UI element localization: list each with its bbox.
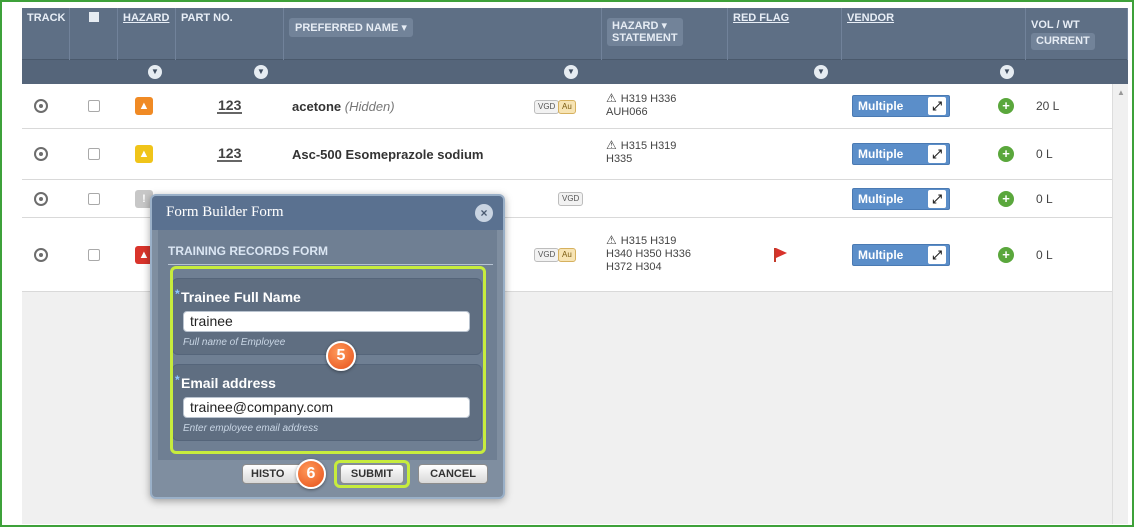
row-checkbox[interactable] — [88, 249, 100, 261]
preferred-name-note: (Hidden) — [344, 99, 395, 114]
hazard-warning-icon[interactable]: ▲ — [135, 145, 153, 163]
col-hazard-statement-label-1: HAZARD — [612, 20, 659, 32]
col-preferred-name-pill[interactable]: PREFERRED NAME ▾ — [289, 18, 413, 37]
step-6-badge: 6 — [296, 459, 326, 489]
warning-triangle-icon: ⚠ — [606, 233, 617, 247]
col-hazard[interactable]: HAZARD — [118, 8, 176, 60]
vendor-multiple-button[interactable]: Multiple ⤢ — [852, 95, 950, 117]
scroll-up-icon[interactable]: ▲ — [1117, 88, 1125, 97]
col-hazard-statement[interactable]: HAZARD ▾ STATEMENT — [602, 8, 728, 60]
track-target-icon[interactable] — [34, 248, 48, 262]
col-select-all[interactable] — [70, 8, 118, 60]
filter-icon[interactable]: ▼ — [148, 65, 162, 79]
filter-bar: ▼ ▼ ▼ ▼ ▼ — [22, 60, 1128, 84]
row-checkbox[interactable] — [88, 193, 100, 205]
track-target-icon[interactable] — [34, 99, 48, 113]
add-icon[interactable]: + — [998, 98, 1014, 114]
col-hazard-statement-pill[interactable]: HAZARD ▾ STATEMENT — [607, 18, 683, 46]
filter-icon[interactable]: ▼ — [814, 65, 828, 79]
add-icon[interactable]: + — [998, 247, 1014, 263]
col-current-pill[interactable]: CURRENT — [1031, 33, 1095, 50]
hazard-statement: ⚠ H319 H336 AUH066 — [606, 92, 676, 119]
vendor-label: Multiple — [858, 192, 904, 206]
track-target-icon[interactable] — [34, 192, 48, 206]
filter-icon[interactable]: ▼ — [254, 65, 268, 79]
preferred-name-text: acetone — [292, 99, 342, 114]
vendor-label: Multiple — [858, 147, 904, 161]
filter-icon[interactable]: ▼ — [1000, 65, 1014, 79]
vgd-tag: VGD — [534, 248, 560, 262]
col-vol-wt-label: VOL / WT — [1031, 19, 1080, 31]
select-all-checkbox[interactable] — [89, 12, 99, 22]
vertical-scrollbar[interactable]: ▲ — [1112, 84, 1128, 524]
col-preferred-name-label: PREFERRED NAME — [295, 22, 399, 34]
expand-icon[interactable]: ⤢ — [928, 145, 946, 163]
col-red-flag[interactable]: RED FLAG — [728, 8, 842, 60]
vendor-multiple-button[interactable]: Multiple ⤢ — [852, 244, 950, 266]
hazard-statement-line: H335 — [606, 153, 633, 165]
volume-value: 20 L — [1036, 99, 1060, 113]
expand-icon[interactable]: ⤢ — [928, 246, 946, 264]
hazard-statement: ⚠ H315 H319 H335 — [606, 139, 676, 166]
col-preferred-name[interactable]: PREFERRED NAME ▾ — [284, 8, 602, 60]
step-5-badge: 5 — [326, 341, 356, 371]
warning-triangle-icon: ⚠ — [606, 91, 617, 105]
form-builder-dialog: Form Builder Form × TRAINING RECORDS FOR… — [150, 194, 505, 499]
warning-triangle-icon: ⚠ — [606, 138, 617, 152]
dialog-title: Form Builder Form — [166, 204, 284, 220]
table-row[interactable]: ▲ 123 Asc-500 Esomeprazole sodium ⚠ H315 … — [22, 129, 1128, 180]
vendor-multiple-button[interactable]: Multiple ⤢ — [852, 143, 950, 165]
expand-icon[interactable]: ⤢ — [928, 97, 946, 115]
col-part-no[interactable]: PART NO. — [176, 8, 284, 60]
col-part-no-label: PART NO. — [181, 12, 233, 24]
hazard-statement: ⚠ H315 H319 H340 H350 H336 H372 H304 — [606, 234, 691, 274]
col-hazard-statement-label-2: STATEMENT — [612, 32, 678, 44]
hazard-statement-line: H372 H304 — [606, 261, 662, 273]
vendor-label: Multiple — [858, 99, 904, 113]
grid-header: TRACK HAZARD PART NO. PREFERRED NAME ▾ H… — [22, 8, 1128, 60]
col-track-label: TRACK — [27, 12, 66, 24]
red-flag-icon[interactable] — [774, 248, 787, 262]
add-icon[interactable]: + — [998, 191, 1014, 207]
col-vol-wt[interactable]: VOL / WT CURRENT — [1026, 8, 1128, 60]
col-hazard-label: HAZARD — [123, 12, 170, 24]
preferred-name[interactable]: acetone (Hidden) — [292, 99, 395, 114]
row-checkbox[interactable] — [88, 100, 100, 112]
form-title: TRAINING RECORDS FORM — [168, 244, 493, 265]
submit-button[interactable]: SUBMIT — [340, 464, 404, 484]
dialog-titlebar[interactable]: Form Builder Form × — [152, 196, 503, 230]
close-icon[interactable]: × — [475, 204, 493, 222]
hazard-statement-line: H315 H319 — [620, 235, 677, 247]
vgd-tag: VGD — [558, 192, 584, 206]
col-vendor[interactable]: VENDOR — [842, 8, 1026, 60]
track-target-icon[interactable] — [34, 147, 48, 161]
part-number-icon[interactable]: 123 — [217, 98, 243, 114]
vendor-multiple-button[interactable]: Multiple ⤢ — [852, 188, 950, 210]
expand-icon[interactable]: ⤢ — [928, 190, 946, 208]
volume-value: 0 L — [1036, 192, 1053, 206]
cancel-button[interactable]: CANCEL — [418, 464, 488, 484]
filter-icon[interactable]: ▼ — [564, 65, 578, 79]
part-number-icon[interactable]: 123 — [217, 146, 243, 162]
vendor-label: Multiple — [858, 248, 904, 262]
volume-value: 0 L — [1036, 248, 1053, 262]
col-red-flag-label: RED FLAG — [733, 12, 790, 24]
au-tag: Au — [558, 100, 576, 114]
col-track[interactable]: TRACK — [22, 8, 70, 60]
volume-value: 0 L — [1036, 147, 1053, 161]
row-checkbox[interactable] — [88, 148, 100, 160]
hazard-statement-line: H319 H336 — [620, 93, 677, 105]
hazard-warning-icon[interactable]: ▲ — [135, 97, 153, 115]
hazard-statement-line: H315 H319 — [620, 140, 677, 152]
add-icon[interactable]: + — [998, 146, 1014, 162]
vgd-tag: VGD — [534, 100, 560, 114]
table-row[interactable]: ▲ 123 acetone (Hidden) VGD Au ⚠ H319 H336… — [22, 84, 1128, 129]
dialog-body: TRAINING RECORDS FORM * Trainee Full Name… — [158, 230, 497, 460]
col-vendor-label: VENDOR — [847, 12, 895, 24]
hazard-statement-line: AUH066 — [606, 106, 648, 118]
preferred-name[interactable]: Asc-500 Esomeprazole sodium — [292, 147, 483, 162]
au-tag: Au — [558, 248, 576, 262]
hazard-statement-line: H340 H350 H336 — [606, 248, 692, 260]
